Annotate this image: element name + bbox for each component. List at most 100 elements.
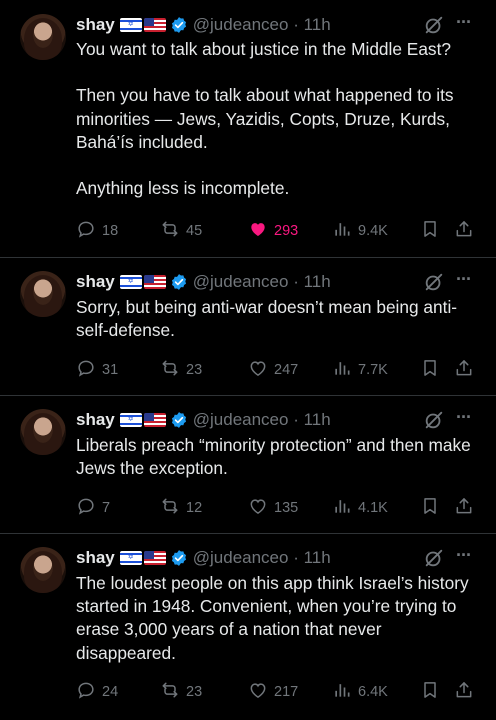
more-icon[interactable]: ···: [456, 545, 472, 566]
display-name[interactable]: shay: [76, 272, 115, 292]
avatar[interactable]: [20, 271, 66, 317]
bookmark-button[interactable]: [420, 220, 440, 242]
share-button[interactable]: [454, 359, 474, 381]
more-icon[interactable]: ···: [456, 269, 472, 290]
verified-badge-icon: [170, 273, 188, 291]
repost-icon: [160, 219, 180, 243]
israel-flag-icon: ✡: [119, 275, 142, 289]
reply-button[interactable]: 7: [76, 497, 110, 519]
share-icon: [454, 680, 474, 704]
display-name[interactable]: shay: [76, 548, 115, 568]
us-flag-icon: [143, 413, 166, 427]
tweet-actions: 24 23 217 6.4K: [76, 681, 476, 703]
avatar[interactable]: [20, 14, 66, 60]
share-button[interactable]: [454, 681, 474, 703]
reply-button[interactable]: 24: [76, 681, 118, 703]
like-count: 135: [274, 500, 299, 516]
like-button[interactable]: 247: [248, 359, 298, 381]
us-flag-icon: [143, 275, 166, 289]
repost-icon: [160, 680, 180, 704]
handle-and-time[interactable]: @judeanceo · 11h: [193, 410, 331, 430]
tweet-text: Sorry, but being anti-war doesn’t mean b…: [76, 297, 458, 341]
israel-flag-icon: ✡: [119, 551, 142, 565]
tweet-header: shay ✡ @judeanceo · 11h: [76, 409, 331, 431]
repost-button[interactable]: 12: [160, 497, 202, 519]
reply-count: 18: [102, 223, 119, 239]
views-button[interactable]: 4.1K: [332, 497, 388, 519]
reply-button[interactable]: 31: [76, 359, 118, 381]
grok-icon[interactable]: [423, 547, 445, 569]
grok-icon[interactable]: [423, 409, 445, 431]
reply-count: 7: [102, 500, 111, 516]
like-icon: [248, 358, 268, 382]
tweet-actions: 7 12 135 4.1K: [76, 497, 476, 519]
like-count: 293: [274, 223, 299, 239]
reply-count: 24: [102, 684, 119, 700]
reply-icon: [76, 219, 96, 243]
tweet-actions: 31 23 247 7.7K: [76, 359, 476, 381]
like-button[interactable]: 135: [248, 497, 298, 519]
bookmark-icon: [420, 680, 440, 704]
verified-badge-icon: [170, 16, 188, 34]
avatar[interactable]: [20, 547, 66, 593]
tweet-header: shay ✡ @judeanceo · 11h: [76, 271, 331, 293]
bookmark-button[interactable]: [420, 681, 440, 703]
reply-button[interactable]: 18: [76, 220, 118, 242]
repost-icon: [160, 358, 180, 382]
tweet-header: shay ✡ @judeanceo · 11h: [76, 547, 331, 569]
repost-count: 23: [186, 362, 203, 378]
divider: [0, 257, 496, 258]
like-button[interactable]: 217: [248, 681, 298, 703]
more-icon[interactable]: ···: [456, 407, 472, 428]
more-icon[interactable]: ···: [456, 12, 472, 33]
display-name[interactable]: shay: [76, 15, 115, 35]
repost-icon: [160, 496, 180, 520]
repost-count: 12: [186, 500, 203, 516]
grok-icon[interactable]: [423, 14, 445, 36]
repost-button[interactable]: 23: [160, 359, 202, 381]
views-icon: [332, 680, 352, 704]
tweet-text: Liberals preach “minority protection” an…: [76, 435, 476, 479]
views-count: 9.4K: [358, 223, 388, 239]
grok-icon[interactable]: [423, 271, 445, 293]
repost-count: 23: [186, 684, 203, 700]
views-count: 6.4K: [358, 684, 388, 700]
share-icon: [454, 358, 474, 382]
views-icon: [332, 358, 352, 382]
like-button[interactable]: 293: [248, 220, 298, 242]
reply-count: 31: [102, 362, 119, 378]
share-button[interactable]: [454, 220, 474, 242]
bookmark-icon: [420, 219, 440, 243]
bookmark-button[interactable]: [420, 497, 440, 519]
handle-and-time[interactable]: @judeanceo · 11h: [193, 15, 331, 35]
tweet-text: You want to talk about justice in the Mi…: [76, 39, 454, 199]
like-icon: [248, 496, 268, 520]
avatar[interactable]: [20, 409, 66, 455]
us-flag-icon: [143, 551, 166, 565]
display-name[interactable]: shay: [76, 410, 115, 430]
bookmark-button[interactable]: [420, 359, 440, 381]
views-button[interactable]: 7.7K: [332, 359, 388, 381]
share-icon: [454, 496, 474, 520]
tweet-actions: 18 45 293 9.4K: [76, 220, 476, 242]
views-count: 7.7K: [358, 362, 388, 378]
repost-count: 45: [186, 223, 203, 239]
reply-icon: [76, 358, 96, 382]
views-button[interactable]: 6.4K: [332, 681, 388, 703]
like-count: 247: [274, 362, 299, 378]
views-button[interactable]: 9.4K: [332, 220, 388, 242]
handle-and-time[interactable]: @judeanceo · 11h: [193, 548, 331, 568]
share-button[interactable]: [454, 497, 474, 519]
repost-button[interactable]: 45: [160, 220, 202, 242]
share-icon: [454, 219, 474, 243]
bookmark-icon: [420, 358, 440, 382]
bookmark-icon: [420, 496, 440, 520]
views-icon: [332, 219, 352, 243]
repost-button[interactable]: 23: [160, 681, 202, 703]
reply-icon: [76, 680, 96, 704]
handle-and-time[interactable]: @judeanceo · 11h: [193, 272, 331, 292]
like-icon: [248, 219, 268, 243]
israel-flag-icon: ✡: [119, 18, 142, 32]
israel-flag-icon: ✡: [119, 413, 142, 427]
verified-badge-icon: [170, 549, 188, 567]
